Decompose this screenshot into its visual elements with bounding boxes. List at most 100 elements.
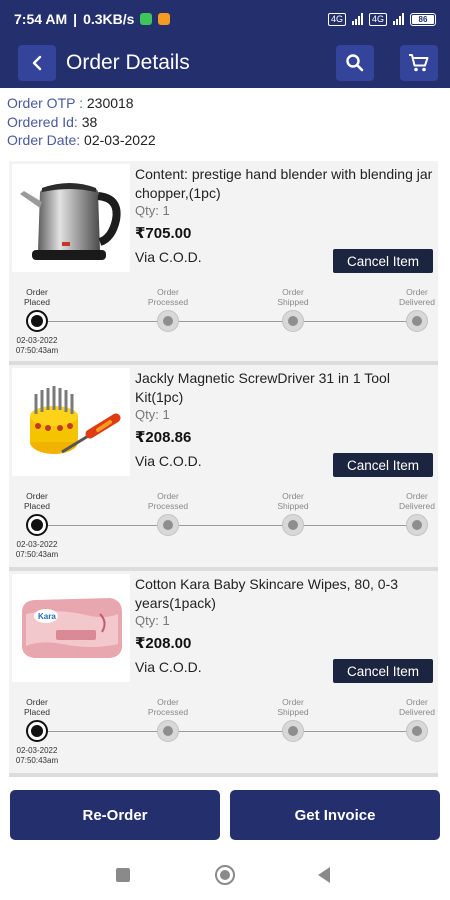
search-button[interactable] <box>336 45 374 81</box>
back-triangle-icon[interactable] <box>318 867 330 883</box>
order-id-value: 38 <box>81 113 98 130</box>
system-nav-bar <box>0 848 450 900</box>
order-id-row: Ordered Id: 38 <box>7 113 156 132</box>
stage-label: Order Placed <box>24 287 50 307</box>
order-otp-value: 230018 <box>86 95 134 111</box>
stage-date: 02-03-2022 07:50:43am <box>15 336 59 355</box>
item-price: ₹208.00 <box>135 635 192 652</box>
order-item: Content: prestige hand blender with blen… <box>9 161 438 365</box>
stage-delivered: Order Delivered <box>382 689 450 742</box>
product-image-kettle[interactable] <box>12 164 130 272</box>
order-otp-row: Order OTP : 230018 <box>7 94 156 113</box>
cancel-item-button[interactable]: Cancel Item <box>333 249 433 273</box>
stage-processed-radio <box>157 310 179 332</box>
stage-shipped-radio <box>282 514 304 536</box>
stage-date: 02-03-2022 07:50:43am <box>15 746 59 765</box>
app-bar: Order Details <box>0 38 450 88</box>
wipes-pack-image-icon: Kara <box>22 598 122 658</box>
status-left: 7:54 AM | 0.3KB/s <box>14 11 171 27</box>
order-id-label: Ordered Id: <box>7 113 78 130</box>
kettle-image-icon <box>20 183 121 260</box>
home-icon[interactable] <box>215 865 235 885</box>
stage-delivered: Order Delivered <box>382 279 450 332</box>
reorder-button[interactable]: Re-Order <box>10 790 220 840</box>
order-summary: Order OTP : 230018 Ordered Id: 38 Order … <box>7 94 156 150</box>
stage-label: Order Processed <box>147 491 189 511</box>
order-status-tracker: Order Placed 02-03-2022 07:50:43am Order Pr… <box>9 689 438 769</box>
get-invoice-button[interactable]: Get Invoice <box>230 790 440 840</box>
search-icon <box>346 54 364 72</box>
stage-placed: Order Placed 02-03-2022 07:50:43am <box>2 483 72 560</box>
app-notification-icon <box>158 13 171 25</box>
stage-label: Order Shipped <box>277 491 309 511</box>
order-date-label: Order Date: <box>7 132 81 148</box>
item-qty: Qty: 1 <box>135 613 170 628</box>
stage-label: Order Placed <box>24 697 50 717</box>
order-date-row: Order Date: 02-03-2022 <box>7 131 156 150</box>
battery-icon: 86 <box>410 12 436 26</box>
status-bar: 7:54 AM | 0.3KB/s 4G 4G 86 <box>0 0 450 38</box>
chevron-left-icon <box>32 55 42 71</box>
stage-placed-radio <box>26 514 48 536</box>
item-name: Content: prestige hand blender with blen… <box>135 166 433 201</box>
stage-processed-radio <box>157 720 179 742</box>
back-button[interactable] <box>18 45 56 81</box>
stage-delivered-radio <box>406 720 428 742</box>
signal-icon-2 <box>393 13 404 25</box>
stage-processed: Order Processed <box>133 483 203 536</box>
product-image-wipes[interactable]: Kara <box>12 574 130 682</box>
screwdriver-kit-image-icon <box>30 386 121 454</box>
cancel-item-button[interactable]: Cancel Item <box>333 659 433 683</box>
stage-shipped-radio <box>282 720 304 742</box>
cart-icon <box>409 54 429 72</box>
order-item: Kara Cotton Kara Baby Skincare Wipes, 80… <box>9 571 438 777</box>
status-separator: | <box>73 11 78 27</box>
signal-icon <box>351 13 363 25</box>
stage-delivered-radio <box>406 514 428 536</box>
recents-icon[interactable] <box>116 868 130 882</box>
stage-label: Order Processed <box>147 287 189 307</box>
order-otp-label: Order OTP : <box>7 95 83 111</box>
stage-processed: Order Processed <box>133 279 203 332</box>
tracker-line <box>45 321 417 322</box>
stage-delivered: Order Delivered <box>382 483 450 536</box>
tracker-line <box>45 525 417 526</box>
stage-shipped: Order Shipped <box>258 483 328 536</box>
order-date-value: 02-03-2022 <box>84 132 156 148</box>
stage-label: Order Placed <box>24 491 50 511</box>
stage-label: Order Delivered <box>399 491 435 511</box>
page-title: Order Details <box>66 51 190 74</box>
stage-label: Order Processed <box>147 697 189 717</box>
stage-label: Order Shipped <box>277 287 309 307</box>
stage-label: Order Delivered <box>399 697 435 717</box>
stage-delivered-radio <box>406 310 428 332</box>
whatsapp-notification-icon <box>140 13 153 25</box>
item-qty: Qty: 1 <box>135 407 170 422</box>
stage-label: Order Shipped <box>277 697 309 717</box>
stage-shipped: Order Shipped <box>258 279 328 332</box>
order-status-tracker: Order Placed 02-03-2022 07:50:43am Order Pr… <box>9 279 438 359</box>
stage-placed-radio <box>26 310 48 332</box>
cancel-item-button[interactable]: Cancel Item <box>333 453 433 477</box>
cart-button[interactable] <box>400 45 438 81</box>
item-price: ₹705.00 <box>135 225 192 242</box>
stage-date: 02-03-2022 07:50:43am <box>15 540 59 559</box>
order-item: Jackly Magnetic ScrewDriver 31 in 1 Tool… <box>9 365 438 571</box>
item-qty: Qty: 1 <box>135 203 170 218</box>
stage-processed-radio <box>157 514 179 536</box>
network-type-icon-2: 4G <box>368 12 387 26</box>
tracker-line <box>45 731 417 732</box>
stage-placed-radio <box>26 720 48 742</box>
stage-shipped: Order Shipped <box>258 689 328 742</box>
stage-label: Order Delivered <box>399 287 435 307</box>
item-price: ₹208.86 <box>135 429 192 446</box>
product-image-screwdriver[interactable] <box>12 368 130 476</box>
order-status-tracker: Order Placed 02-03-2022 07:50:43am Order Pr… <box>9 483 438 563</box>
item-name: Jackly Magnetic ScrewDriver 31 in 1 Tool… <box>135 370 390 405</box>
status-right: 4G 4G 86 <box>327 12 436 26</box>
stage-processed: Order Processed <box>133 689 203 742</box>
stage-placed: Order Placed 02-03-2022 07:50:43am <box>2 279 72 356</box>
network-type-icon: 4G <box>327 12 346 26</box>
stage-shipped-radio <box>282 310 304 332</box>
status-speed: 0.3KB/s <box>83 11 135 27</box>
